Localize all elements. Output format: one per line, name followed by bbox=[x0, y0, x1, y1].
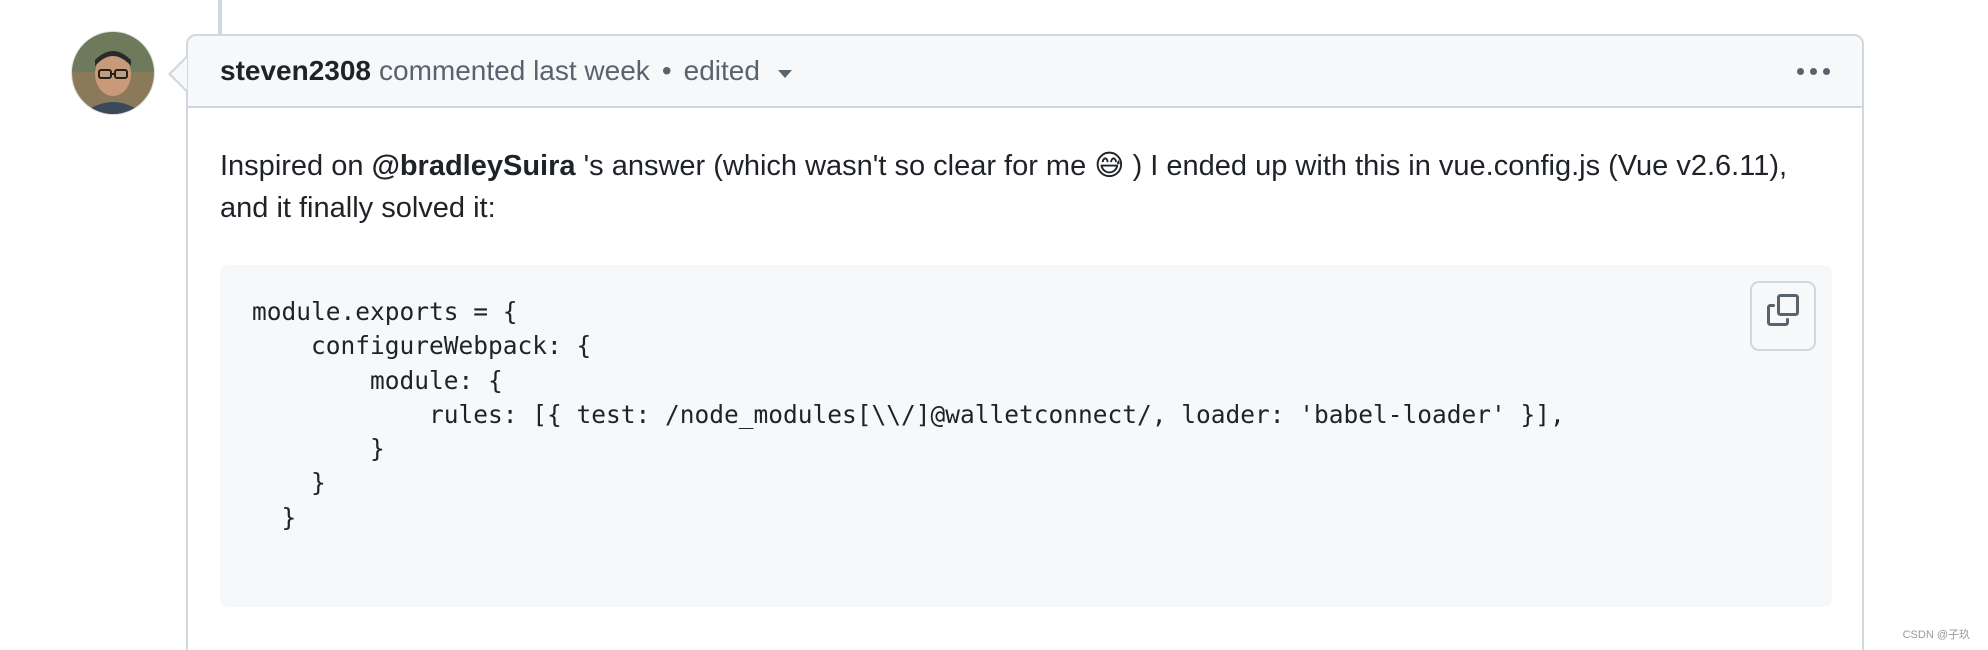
watermark: CSDN @子玖 bbox=[1902, 629, 1970, 641]
code-block: module.exports = { configureWebpack: { m… bbox=[220, 265, 1832, 607]
edited-dropdown[interactable]: edited bbox=[684, 55, 792, 87]
comment-timestamp[interactable]: commented last week bbox=[379, 55, 650, 87]
kebab-horizontal-icon[interactable] bbox=[1795, 62, 1832, 81]
code-content: module.exports = { configureWebpack: { m… bbox=[252, 297, 1565, 532]
copy-button[interactable] bbox=[1750, 281, 1816, 351]
body-middle: 's answer (which wasn't so clear for me bbox=[583, 150, 1087, 182]
avatar[interactable] bbox=[72, 32, 154, 114]
comment-caret-fill bbox=[171, 58, 187, 90]
comment-paragraph: Inspired on @bradleySuira 's answer (whi… bbox=[220, 144, 1830, 229]
sweat-smile-emoji: 😅 bbox=[1094, 148, 1125, 182]
body-prefix: Inspired on bbox=[220, 150, 364, 182]
comment-header: steven2308 commented last week • edited bbox=[188, 36, 1862, 108]
user-mention-link[interactable]: @bradleySuira bbox=[372, 150, 576, 182]
copy-icon bbox=[1767, 294, 1799, 338]
comment-author-link[interactable]: steven2308 bbox=[220, 55, 371, 87]
timeline-line bbox=[218, 0, 222, 34]
separator-dot: • bbox=[661, 55, 672, 86]
comment-body: Inspired on @bradleySuira 's answer (whi… bbox=[188, 108, 1862, 607]
triangle-down-icon bbox=[777, 70, 792, 78]
edited-label: edited bbox=[683, 55, 760, 86]
comment-container: steven2308 commented last week • edited … bbox=[186, 34, 1864, 650]
